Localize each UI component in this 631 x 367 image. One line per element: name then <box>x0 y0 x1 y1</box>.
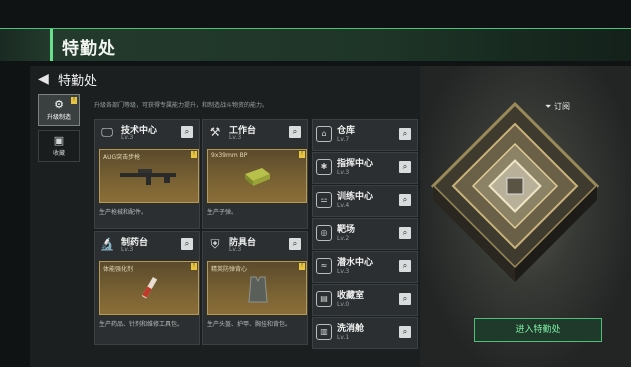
product-name: 精英防弹背心 <box>211 266 248 273</box>
search-icon[interactable]: ⌕ <box>399 326 411 338</box>
search-icon[interactable]: ⌕ <box>289 126 301 138</box>
facility-item-training-center[interactable]: ⚍ 训练中心 Lv.4 ⌕ <box>312 185 418 217</box>
alert-badge: ! <box>191 263 197 270</box>
product-slot[interactable]: 体能强化剂 ! <box>99 261 199 315</box>
search-icon[interactable]: ⌕ <box>399 260 411 272</box>
facility-card-pharmacy[interactable]: 🔬 制药台 Lv.3 ⌕ 体能强化剂 ! 生产药品、针剂和维修工具包。 <box>94 231 200 345</box>
facility-item-shooting-range[interactable]: ◎ 靶场 Lv.2 ⌕ <box>312 218 418 250</box>
facility-name: 收藏室 <box>337 291 365 301</box>
product-description: 生产药品、针剂和维修工具包。 <box>99 321 184 328</box>
back-arrow-icon[interactable]: ◀ <box>38 71 49 87</box>
tools-icon: ⚒ <box>209 125 221 139</box>
facility-name: 仓库 <box>337 126 356 136</box>
search-icon[interactable]: ⌕ <box>399 161 411 173</box>
facility-name: 指挥中心 <box>337 159 374 169</box>
armor-icon: ⛨ <box>210 237 220 251</box>
product-slot[interactable]: 9x39mm BP ! <box>207 149 307 203</box>
facility-card-armor-bench[interactable]: ⛨ 防具台 Lv.3 ⌕ 精英防弹背心 ! 生产头盔、护甲、胸挂和背包。 <box>202 231 308 345</box>
subscribe-label: 订阅 <box>553 102 570 111</box>
product-name: 体能强化剂 <box>103 266 134 273</box>
monitor-icon: 🖵 <box>101 125 113 139</box>
ammo-box-icon <box>245 168 270 186</box>
warehouse-icon: ⌂ <box>316 126 332 142</box>
page-title: 特勤处 <box>62 39 116 59</box>
search-icon[interactable]: ⌕ <box>399 227 411 239</box>
syringe-icon <box>141 276 158 299</box>
facility-card-tech-center[interactable]: 🖵 技术中心 Lv.3 ⌕ AUG突击步枪 ! 生产枪械和配件。 <box>94 119 200 229</box>
facility-name: 潜水中心 <box>337 258 374 268</box>
top-header-bar: 特勤处 <box>0 28 631 61</box>
search-icon[interactable]: ⌕ <box>399 128 411 140</box>
facility-level: Lv.3 <box>337 169 350 176</box>
card-level: Lv.3 <box>121 246 134 253</box>
facility-item-decontamination[interactable]: ▥ 洗消舱 Lv.1 ⌕ <box>312 317 418 349</box>
command-icon: ✱ <box>316 159 332 175</box>
facility-level: Lv.7 <box>337 136 350 143</box>
facility-level: Lv.2 <box>337 235 350 242</box>
search-icon[interactable]: ⌕ <box>181 238 193 250</box>
target-icon: ◎ <box>316 225 332 241</box>
facility-level: Lv.3 <box>337 268 350 275</box>
search-icon[interactable]: ⌕ <box>399 194 411 206</box>
search-icon[interactable]: ⌕ <box>399 293 411 305</box>
product-description: 生产头盔、护甲、胸挂和背包。 <box>207 321 292 328</box>
subscribe-button[interactable]: ⏷ 订阅 <box>545 101 570 112</box>
card-level: Lv.3 <box>229 134 242 141</box>
rifle-icon <box>120 169 176 185</box>
alert-badge: ! <box>191 151 197 158</box>
card-level: Lv.3 <box>229 246 242 253</box>
facility-card-workbench[interactable]: ⚒ 工作台 Lv.3 ⌕ 9x39mm BP ! 生产子弹。 <box>202 119 308 229</box>
card-level: Lv.3 <box>121 134 134 141</box>
facility-level: Lv.0 <box>337 301 350 308</box>
vest-icon <box>248 276 268 303</box>
search-icon[interactable]: ⌕ <box>289 238 301 250</box>
tab-upgrade-craft[interactable]: ⚙ 升级制造 ! <box>38 94 80 126</box>
tab-label: 升级制造 <box>46 114 71 121</box>
facility-item-collection-room[interactable]: ▤ 收藏室 Lv.0 ⌕ <box>312 284 418 316</box>
facility-item-diving-center[interactable]: ≈ 潜水中心 Lv.3 ⌕ <box>312 251 418 283</box>
facility-name: 靶场 <box>337 225 356 235</box>
product-slot[interactable]: 精英防弹背心 ! <box>207 261 307 315</box>
alert-badge: ! <box>299 151 305 158</box>
facility-level: Lv.1 <box>337 334 350 341</box>
product-description: 生产枪械和配件。 <box>99 209 148 216</box>
vault-icon: ▤ <box>316 291 332 307</box>
alert-badge: ! <box>299 263 305 270</box>
facility-name: 训练中心 <box>337 192 374 202</box>
bell-icon: ⏷ <box>545 102 554 111</box>
enter-special-ops-button[interactable]: 进入特勤处 <box>474 318 602 342</box>
tab-collection[interactable]: ▣ 收藏 <box>38 130 80 162</box>
facility-level: Lv.4 <box>337 202 350 209</box>
section-title: 特勤处 <box>58 74 98 89</box>
header-accent <box>50 29 53 61</box>
tab-label: 收藏 <box>52 150 65 157</box>
special-ops-cube-image <box>430 101 600 282</box>
collection-icon: ▣ <box>53 134 65 147</box>
product-name: AUG突击步枪 <box>103 154 141 161</box>
section-description: 升级各部门等级，可获得专属能力提升，和制造战斗物资的能力。 <box>94 102 269 109</box>
alert-badge: ! <box>71 97 77 104</box>
microscope-icon: 🔬 <box>99 237 115 251</box>
facility-item-command-center[interactable]: ✱ 指挥中心 Lv.3 ⌕ <box>312 152 418 184</box>
dumbbell-icon: ⚍ <box>316 192 332 208</box>
facility-item-warehouse[interactable]: ⌂ 仓库 Lv.7 ⌕ <box>312 119 418 151</box>
diving-icon: ≈ <box>316 258 332 274</box>
product-name: 9x39mm BP <box>211 152 248 159</box>
decontamination-icon: ▥ <box>316 324 332 340</box>
product-slot[interactable]: AUG突击步枪 ! <box>99 149 199 203</box>
product-description: 生产子弹。 <box>207 209 238 216</box>
search-icon[interactable]: ⌕ <box>181 126 193 138</box>
facility-name: 洗消舱 <box>337 324 365 334</box>
